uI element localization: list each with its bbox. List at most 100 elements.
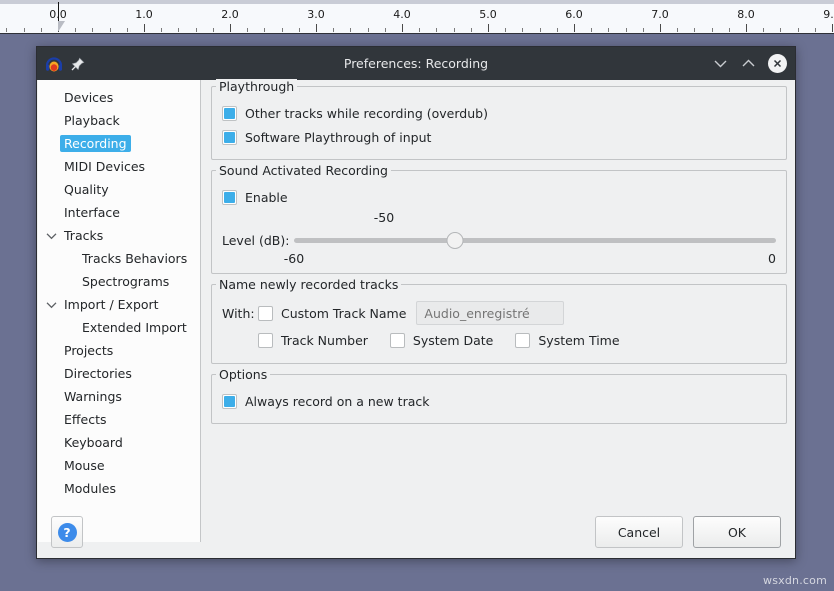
ruler-tick-minor — [127, 28, 128, 32]
ruler-tick-major — [660, 24, 661, 32]
sidebar-item-extended-import[interactable]: Extended Import — [38, 316, 200, 339]
ruler-tick-minor — [213, 28, 214, 32]
minimize-button[interactable] — [712, 55, 729, 72]
sidebar-item-interface[interactable]: Interface — [38, 201, 200, 224]
system-date-label: System Date — [413, 333, 493, 348]
pin-icon[interactable] — [71, 57, 85, 71]
playhead-marker[interactable] — [58, 21, 65, 32]
sidebar-item-recording[interactable]: Recording — [38, 132, 200, 155]
sidebar-item-tracks[interactable]: Tracks — [38, 224, 200, 247]
group-options-title: Options — [216, 367, 270, 382]
sidebar-item-label-wrap: Import / Export — [60, 296, 163, 313]
preferences-category-tree[interactable]: DevicesPlaybackRecordingMIDI Devices Qual… — [38, 80, 201, 542]
system-time-checkbox[interactable] — [515, 333, 530, 348]
level-slider-max: 0 — [768, 251, 776, 266]
always-record-new-track-checkbox[interactable] — [222, 394, 237, 409]
checkbox-row-software-playthrough[interactable]: Software Playthrough of input — [222, 125, 776, 149]
ruler-tick-minor — [178, 28, 179, 32]
sidebar-item-label-wrap: Spectrograms — [78, 273, 173, 290]
track-number-checkbox[interactable] — [258, 333, 273, 348]
sidebar-item-label-wrap: Warnings — [60, 388, 126, 405]
ruler-tick-minor — [608, 28, 609, 32]
ruler-tick-minor — [419, 28, 420, 32]
sidebar-item-midi-devices[interactable]: MIDI Devices — [38, 155, 200, 178]
sidebar-item-modules[interactable]: Modules — [38, 477, 200, 500]
dialog-titlebar[interactable]: Preferences: Recording — [37, 47, 795, 80]
ruler-tick-major — [316, 24, 317, 32]
sidebar-item-label: Keyboard — [60, 434, 127, 451]
sidebar-item-devices[interactable]: Devices — [38, 86, 200, 109]
custom-track-name-checkbox[interactable] — [258, 306, 273, 321]
ruler-label: 3.0 — [307, 8, 325, 21]
ruler-tick-major — [144, 24, 145, 32]
sidebar-item-directories[interactable]: Directories — [38, 362, 200, 385]
sidebar-item-label: Projects — [60, 342, 117, 359]
ok-button[interactable]: OK — [693, 516, 781, 548]
sidebar-item-warnings[interactable]: Warnings — [38, 385, 200, 408]
sidebar-item-tracks-behaviors[interactable]: Tracks Behaviors — [38, 247, 200, 270]
ruler-tick-minor — [522, 28, 523, 32]
ruler-tick-minor — [694, 28, 695, 32]
close-button[interactable] — [768, 54, 787, 73]
overdub-label: Other tracks while recording (overdub) — [245, 106, 488, 121]
ruler-label: 6.0 — [565, 8, 583, 21]
ruler-tick-major — [574, 24, 575, 32]
sidebar-item-label: Warnings — [60, 388, 126, 405]
group-sound-activated-title: Sound Activated Recording — [216, 163, 391, 178]
ruler-tick-major — [832, 24, 833, 32]
chevron-down-icon[interactable] — [42, 301, 60, 309]
sidebar-item-import-export[interactable]: Import / Export — [38, 293, 200, 316]
sidebar-item-playback[interactable]: Playback — [38, 109, 200, 132]
sidebar-item-label: Interface — [60, 204, 124, 221]
checkbox-row-always-new-track[interactable]: Always record on a new track — [222, 389, 776, 413]
level-slider-track[interactable] — [294, 238, 776, 243]
ruler-label: 2.0 — [221, 8, 239, 21]
help-button[interactable]: ? — [51, 516, 83, 548]
ruler-tick-minor — [815, 28, 816, 32]
ruler-tick-minor — [385, 28, 386, 32]
sidebar-item-label: Effects — [60, 411, 111, 428]
sidebar-item-quality[interactable]: Quality — [38, 178, 200, 201]
with-label: With: — [222, 306, 258, 321]
ruler-tick-minor — [110, 28, 111, 32]
level-slider-min: -60 — [284, 251, 304, 266]
cancel-button[interactable]: Cancel — [595, 516, 683, 548]
maximize-button[interactable] — [740, 55, 757, 72]
audacity-icon — [45, 55, 63, 73]
chevron-down-icon[interactable] — [42, 232, 60, 240]
ruler-tick-major — [230, 24, 231, 32]
sidebar-item-label: Tracks — [60, 227, 107, 244]
checkbox-row-overdub[interactable]: Other tracks while recording (overdub) — [222, 101, 776, 125]
ruler-tick-major — [746, 24, 747, 32]
ruler-tick-minor — [798, 28, 799, 32]
level-slider-row[interactable]: Level (dB): — [222, 229, 776, 251]
ruler-tick-minor — [763, 28, 764, 32]
sidebar-item-label-wrap: Tracks Behaviors — [78, 250, 191, 267]
sidebar-item-mouse[interactable]: Mouse — [38, 454, 200, 477]
sidebar-item-label: Import / Export — [60, 296, 163, 313]
ruler-tick-minor — [24, 28, 25, 32]
sidebar-item-label-wrap: Quality — [60, 181, 113, 198]
group-options: Options Always record on a new track — [211, 374, 787, 424]
sidebar-item-label: Quality — [60, 181, 113, 198]
custom-track-name-row: With: Custom Track Name — [222, 299, 776, 327]
ruler-tick-minor — [264, 28, 265, 32]
software-playthrough-checkbox[interactable] — [222, 130, 237, 145]
ruler-tick-minor — [591, 28, 592, 32]
overdub-checkbox[interactable] — [222, 106, 237, 121]
enable-sound-activated-checkbox[interactable] — [222, 190, 237, 205]
sidebar-item-spectrograms[interactable]: Spectrograms — [38, 270, 200, 293]
sidebar-item-projects[interactable]: Projects — [38, 339, 200, 362]
timeline-ruler[interactable]: 0.01.02.03.04.05.06.07.08.09.0 — [0, 0, 834, 34]
system-date-checkbox[interactable] — [390, 333, 405, 348]
level-slider-thumb[interactable] — [447, 232, 464, 249]
track-number-label: Track Number — [281, 333, 368, 348]
custom-track-name-input[interactable] — [416, 301, 564, 325]
sidebar-item-keyboard[interactable]: Keyboard — [38, 431, 200, 454]
sidebar-item-effects[interactable]: Effects — [38, 408, 200, 431]
ruler-tick-major — [402, 24, 403, 32]
ruler-tick-minor — [780, 28, 781, 32]
level-slider[interactable] — [294, 229, 776, 251]
checkbox-row-enable-sound-activated[interactable]: Enable — [222, 185, 776, 209]
enable-sound-activated-label: Enable — [245, 190, 288, 205]
